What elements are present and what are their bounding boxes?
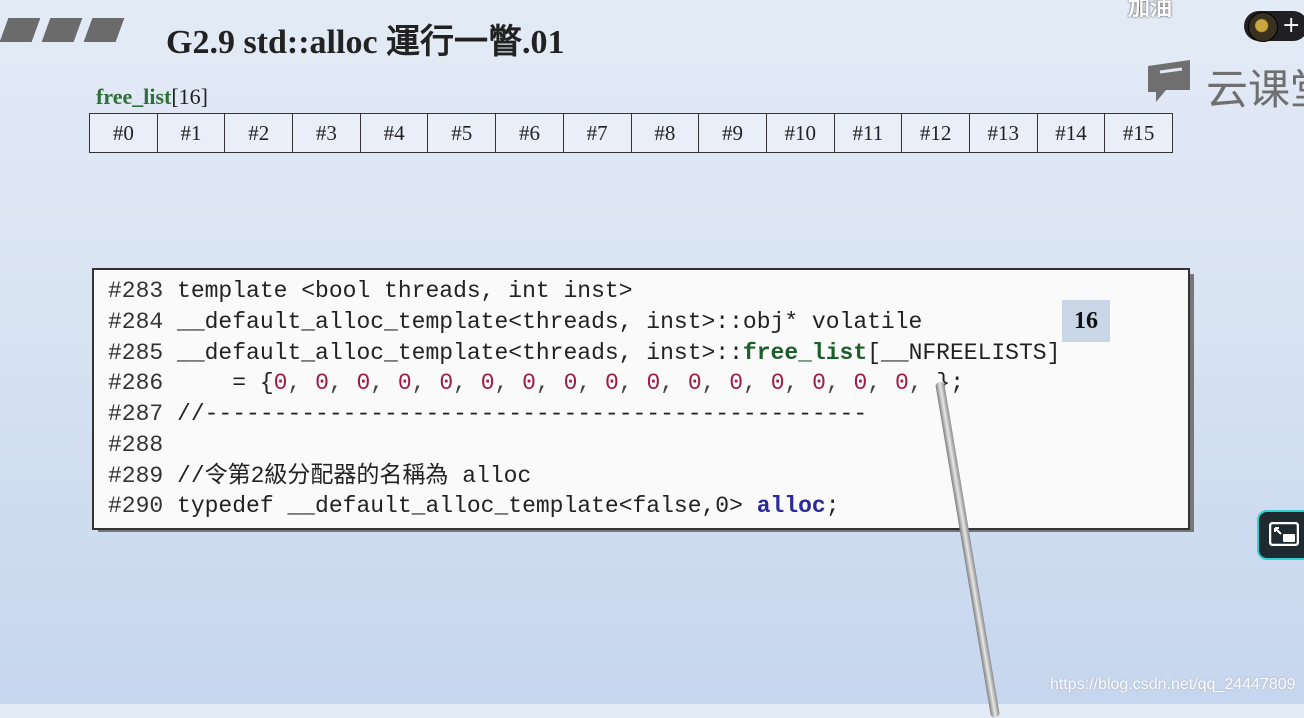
line-number: #288 [108,432,164,458]
slide-title: G2.9 std::alloc 運行一瞥.01 [166,24,565,61]
code-text: [__NFREELISTS] [867,340,1061,366]
logo-text: 云课堂 [1206,65,1304,114]
nfreelists-value-badge: 16 [1062,300,1110,342]
alloc-keyword: alloc [756,493,826,519]
code-line: #287 //---------------------------------… [108,399,867,429]
free-list-cell: #6 [496,114,564,152]
zero-value: 0 [522,370,536,396]
free-list-size: [16] [171,84,208,109]
zero-value: 0 [315,370,329,396]
line-number: #290 [108,493,164,519]
free-list-table: #0 #1 #2 #3 #4 #5 #6 #7 #8 #9 #10 #11 #1… [89,113,1173,153]
zero-value: 0 [729,370,744,396]
free-list-cell: #11 [835,114,903,152]
code-line: #286 = {0, 0, 0, 0, 0, 0, 0, 0, 0, 0, 0,… [108,370,965,396]
line-number: #283 [108,278,164,304]
code-text: //令第2級分配器的名稱為 alloc [163,463,532,489]
free-list-cell: #12 [902,114,970,152]
zero-value: 0 [687,370,702,396]
free-list-cell: #1 [158,114,226,152]
code-text: __default_alloc_template<threads, inst>:… [163,340,743,366]
code-line: #289 //令第2級分配器的名稱為 alloc [108,461,531,491]
zero-value: 0 [563,370,578,396]
code-text: __default_alloc_template<threads, inst>:… [163,309,923,335]
line-number: #285 [108,340,164,366]
free-list-cell: #14 [1038,114,1106,152]
code-text: typedef __default_alloc_template<false,0… [163,493,757,519]
free-list-cell: #13 [970,114,1038,152]
code-line: #290 typedef __default_alloc_template<fa… [108,491,840,521]
code-line: #283 template <bool threads, int inst> [108,276,633,306]
picture-in-picture-button[interactable] [1257,510,1304,560]
free-list-cell: #3 [293,114,361,152]
zero-value: 0 [853,370,868,396]
code-text: //--------------------------------------… [163,401,868,427]
cloud-class-logo-icon [1148,60,1190,102]
source-watermark: https://blog.csdn.net/qq_24447809 [1050,676,1296,693]
avatar[interactable] [1248,12,1278,42]
free-list-cell: #15 [1122,120,1155,145]
line-number: #286 [108,370,164,396]
picture-in-picture-icon [1269,522,1299,546]
free-list-cell: #4 [361,114,429,152]
code-line: #284 __default_alloc_template<threads, i… [108,307,922,337]
free-list-cell: #5 [428,114,497,152]
free-list-keyword: free_list [742,340,868,366]
code-line: #285 __default_alloc_template<threads, i… [108,338,1060,368]
zero-value: 0 [439,370,454,396]
code-listing: #283 template <bool threads, int inst> #… [92,268,1190,530]
line-number: #284 [108,309,164,335]
free-list-cell: #2 [225,114,294,152]
line-number: #287 [108,401,164,427]
code-text: template <bool threads, int inst> [163,278,633,304]
zero-value: 0 [812,370,826,396]
code-text: = { [163,370,274,396]
zero-value: 0 [480,370,495,396]
zero-value: 0 [646,370,661,396]
zero-value: 0 [605,370,619,396]
title-stripes-decoration [0,18,130,42]
code-line: #288 [108,430,163,460]
free-list-cell: #8 [632,114,700,152]
free-list-label: free_list[16] [96,84,208,110]
zero-value: 0 [273,370,288,396]
overlay-comment-text: 加油 [1128,0,1173,21]
line-number: #289 [108,463,164,489]
zero-value: 0 [397,370,412,396]
free-list-name: free_list [96,84,172,109]
code-text: ; [825,493,840,519]
zero-value: 0 [770,370,785,396]
free-list-cell: #0 [90,114,158,152]
plus-icon[interactable]: + [1282,12,1300,40]
zero-value: 0 [356,370,371,396]
free-list-cell: #10 [767,114,835,152]
free-list-cell: #9 [699,114,767,152]
zero-value: 0 [894,370,909,396]
free-list-cell: #7 [564,114,632,152]
